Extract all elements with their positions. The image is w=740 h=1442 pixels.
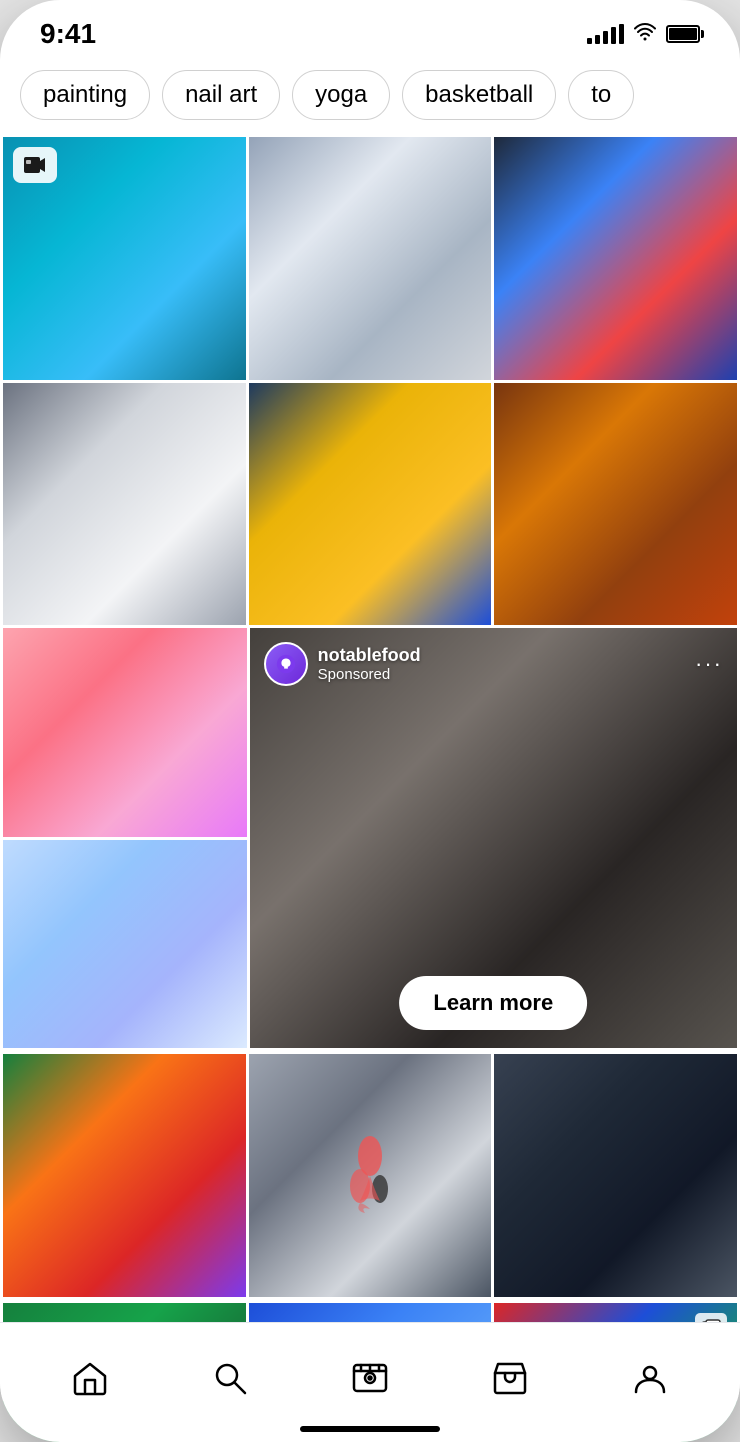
shop-icon [488, 1356, 532, 1400]
sponsor-header: notablefood Sponsored ··· [250, 628, 737, 700]
sponsor-more-icon[interactable]: ··· [695, 651, 723, 677]
category-pills: painting nail art yoga basketball to [0, 60, 740, 134]
reels-icon [348, 1356, 392, 1400]
grid-item-koi[interactable] [249, 1054, 492, 1297]
grid-row-3 [0, 1051, 740, 1297]
nav-search[interactable] [160, 1346, 300, 1400]
video-overlay [13, 147, 57, 183]
grid-row-2 [0, 380, 740, 626]
grid-item-rubber-duck[interactable] [249, 383, 492, 626]
sponsor-label: Sponsored [318, 666, 685, 683]
sponsored-ad[interactable]: notablefood Sponsored ··· Learn more [250, 628, 737, 1048]
video-badge [13, 147, 57, 183]
grid-item-arch[interactable] [3, 840, 247, 1049]
sponsor-info: notablefood Sponsored [318, 645, 685, 683]
nav-shop[interactable] [440, 1346, 580, 1400]
nav-home[interactable] [20, 1346, 160, 1400]
home-indicator [300, 1426, 440, 1432]
signal-icon [587, 24, 624, 44]
sponsor-avatar [264, 642, 308, 686]
phone-frame: 9:41 painting [0, 0, 740, 1442]
grid-item-black-dog[interactable] [494, 1054, 737, 1297]
category-pill-nail-art[interactable]: nail art [162, 70, 280, 120]
search-icon [208, 1356, 252, 1400]
ad-left-column [3, 628, 247, 1048]
status-icons [587, 23, 700, 46]
category-pill-basketball[interactable]: basketball [402, 70, 556, 120]
nav-reels[interactable] [300, 1346, 440, 1400]
wifi-icon [634, 23, 656, 46]
category-pill-to[interactable]: to [568, 70, 634, 120]
category-pill-painting[interactable]: painting [20, 70, 150, 120]
koi-fish-decoration [249, 1054, 492, 1297]
grid-item-ocean[interactable] [3, 137, 246, 380]
sponsor-name: notablefood [318, 645, 685, 666]
battery-icon [666, 25, 700, 43]
grid-item-girl-dog[interactable] [494, 383, 737, 626]
grid-item-flowers[interactable] [3, 628, 247, 837]
category-pill-yoga[interactable]: yoga [292, 70, 390, 120]
status-bar: 9:41 [0, 0, 740, 60]
home-icon [68, 1356, 112, 1400]
grid-item-veggies[interactable] [3, 1054, 246, 1297]
bottom-nav [0, 1322, 740, 1442]
grid-row-1 [0, 134, 740, 380]
grid-item-sports[interactable] [494, 137, 737, 380]
grid-item-white-dog[interactable] [3, 383, 246, 626]
status-time: 9:41 [40, 18, 96, 50]
profile-icon [628, 1356, 672, 1400]
ad-row: notablefood Sponsored ··· Learn more [0, 628, 740, 1048]
grid-item-nails[interactable] [249, 137, 492, 380]
learn-more-button[interactable]: Learn more [399, 976, 587, 1030]
nav-profile[interactable] [580, 1346, 720, 1400]
